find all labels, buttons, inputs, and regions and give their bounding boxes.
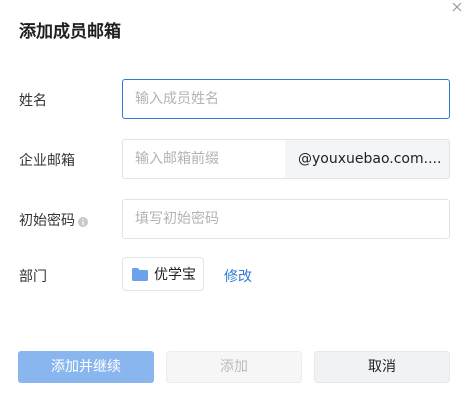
name-label: 姓名 xyxy=(19,93,47,109)
password-label: 初始密码 xyxy=(19,210,88,230)
cancel-button[interactable]: 取消 xyxy=(314,351,450,383)
edit-department-link[interactable]: 修改 xyxy=(224,266,252,286)
department-chip: 优学宝 xyxy=(122,257,204,291)
email-label: 企业邮箱 xyxy=(19,153,75,169)
add-and-continue-button[interactable]: 添加并继续 xyxy=(18,351,154,383)
password-label-text: 初始密码 xyxy=(19,213,75,229)
name-input[interactable] xyxy=(122,79,450,119)
close-icon[interactable] xyxy=(450,0,464,12)
department-name: 优学宝 xyxy=(154,267,196,283)
email-domain-suffix: @youxuebao.com.... xyxy=(285,139,450,179)
dialog-title: 添加成员邮箱 xyxy=(19,22,121,42)
info-icon[interactable] xyxy=(78,215,88,227)
add-button[interactable]: 添加 xyxy=(166,351,302,383)
password-input[interactable] xyxy=(122,199,450,239)
email-prefix-input[interactable] xyxy=(122,139,286,179)
folder-icon xyxy=(132,267,148,281)
add-member-mailbox-dialog: 添加成员邮箱 姓名 企业邮箱 @youxuebao.com.... 初始密码 部… xyxy=(0,0,466,396)
department-label: 部门 xyxy=(19,269,47,285)
